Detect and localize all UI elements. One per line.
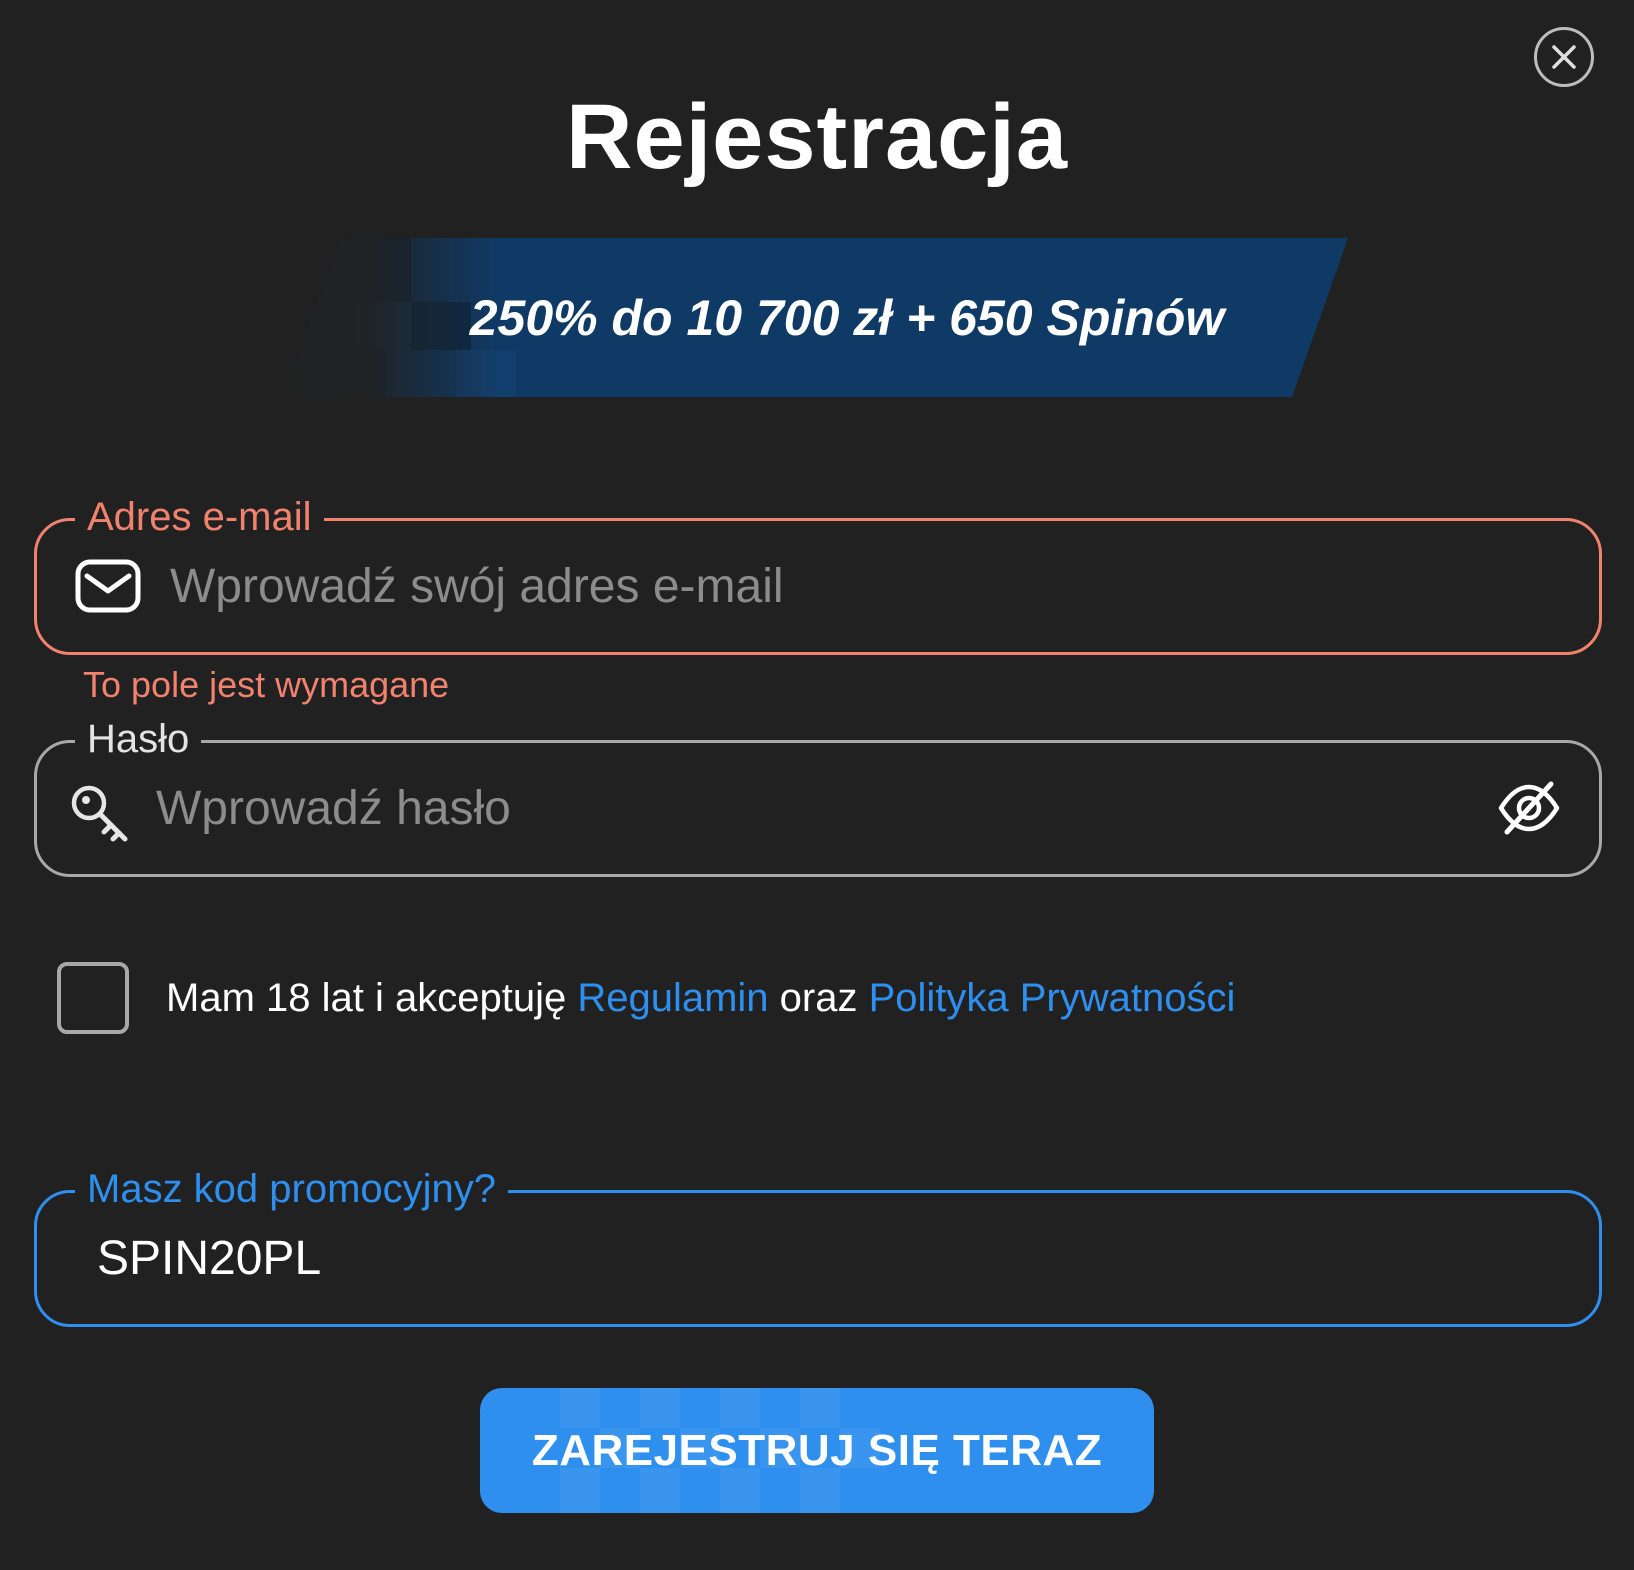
promo-code-field: Masz kod promocyjny? [34,1159,1602,1327]
key-icon [69,783,131,845]
close-button[interactable] [1534,27,1594,87]
bonus-banner-text: 250% do 10 700 zł + 650 Spinów [469,289,1225,346]
register-now-button[interactable]: ZAREJESTRUJ SIĘ TERAZ [480,1388,1154,1513]
envelope-icon [75,559,141,613]
eye-off-icon[interactable] [1497,780,1561,836]
email-field: Adres e-mail [34,487,1602,655]
email-error-message: To pole jest wymagane [83,664,450,705]
password-field: Hasło [34,709,1602,877]
registration-modal: Rejestracja 250% do 10 700 zł + 650 Spin… [0,0,1634,1570]
close-icon [1552,45,1576,69]
consent-checkbox[interactable] [57,962,129,1034]
privacy-policy-link[interactable]: Polityka Prywatności [869,976,1236,1020]
register-now-label: ZAREJESTRUJ SIĘ TERAZ [531,1425,1103,1475]
age-consent: Mam 18 lat i akceptuję Regulamin oraz Po… [57,962,1235,1034]
consent-text-before: Mam 18 lat i akceptuję [166,975,578,1020]
terms-link[interactable]: Regulamin [577,976,768,1020]
email-input[interactable] [170,521,1550,652]
modal-title: Rejestracja [566,86,1068,188]
consent-text: Mam 18 lat i akceptuję Regulamin oraz Po… [166,976,1235,1021]
promo-code-input[interactable] [97,1193,1537,1324]
bonus-banner: 250% do 10 700 zł + 650 Spinów [286,238,1348,397]
password-input[interactable] [156,743,1406,874]
consent-text-middle: oraz [768,975,869,1020]
